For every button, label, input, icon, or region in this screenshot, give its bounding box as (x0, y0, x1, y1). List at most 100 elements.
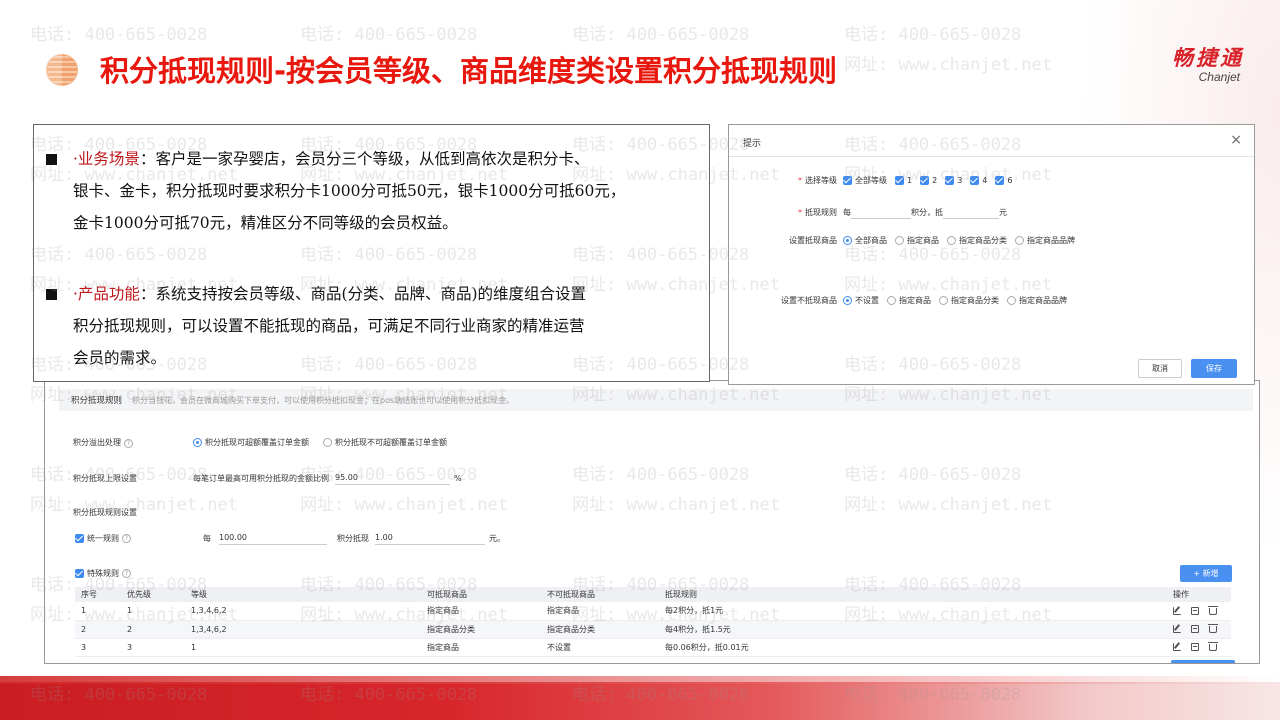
delete-icon[interactable] (1208, 605, 1218, 615)
rule-row: * 抵现规则 每 积分，抵 元 (729, 205, 1007, 219)
watermark-phone: 电话: 400-665-0028 (572, 25, 750, 45)
cell: 指定商品 (421, 638, 541, 657)
bullet-business-scenario: ·业务场景：客户是一家孕婴店，会员分三个等级，从低到高依次是积分卡、 银卡、金卡… (46, 143, 686, 239)
edit-icon[interactable] (1173, 606, 1181, 615)
level-row: * 选择等级 全部等级 1 2 3 4 6 (798, 175, 1013, 186)
description-box: ·业务场景：客户是一家孕婴店，会员分三个等级，从低到高依次是积分卡、 银卡、金卡… (33, 124, 710, 382)
checkbox-checked-icon[interactable] (75, 569, 84, 578)
edit-icon[interactable] (1173, 625, 1181, 633)
row-actions (1167, 638, 1231, 657)
radio-icon (887, 296, 896, 305)
edit-icon[interactable] (1173, 643, 1181, 651)
checkbox-checked-icon (945, 176, 955, 185)
settings-description: 积分当钱花，会员在微商城购买下单支付，可以使用积分抵扣现金；在pos端结账也可以… (132, 395, 515, 405)
points-input[interactable] (851, 205, 911, 219)
bullet-text: 积分抵现规则，可以设置不能抵现的商品，可满足不同行业商家的精准运营 (73, 317, 585, 335)
limit-input[interactable]: 95.00 (335, 471, 450, 485)
level-checkbox-4[interactable]: 4 (970, 175, 987, 186)
help-icon[interactable]: ? (122, 533, 131, 543)
row-actions (1167, 602, 1231, 621)
overflow-radio-deny[interactable]: 积分抵现不可超额覆盖订单金额 (323, 437, 447, 448)
level-checkbox-1[interactable]: 1 (895, 175, 912, 186)
unified-points-input[interactable]: 100.00 (219, 531, 327, 545)
special-rules-table: 序号 优先级 等级 可抵现商品 不可抵现商品 抵现规则 操作 1 1 1,3,4… (75, 587, 1231, 657)
delete-icon[interactable] (1208, 642, 1218, 651)
table-row: 2 2 1,3,4,6,2 指定商品分类 指定商品分类 每4积分，抵1.5元 (75, 620, 1231, 639)
brand-name-cn: 畅捷通 (1172, 46, 1244, 70)
goods-label: 设置抵现商品 (789, 236, 837, 245)
goods-radio-brand[interactable]: 指定商品品牌 (1015, 235, 1075, 246)
cell: 1 (185, 638, 421, 657)
overflow-radio-allow[interactable]: 积分抵现可超额覆盖订单金额 (193, 437, 309, 448)
unified-amount-input[interactable]: 1.00 (375, 531, 485, 545)
level-checkbox-6[interactable]: 6 (995, 175, 1012, 186)
col-header: 优先级 (121, 587, 185, 602)
divider (729, 156, 1254, 157)
limit-label: 积分抵现上限设置 (73, 473, 137, 483)
brand-logo: 畅捷通 Chanjet (1172, 42, 1244, 84)
exclude-radio-category[interactable]: 指定商品分类 (939, 295, 999, 306)
bottom-decoration (0, 676, 1280, 720)
cell: 1 (75, 602, 121, 621)
goods-radio-all[interactable]: 全部商品 (843, 235, 887, 246)
cell: 每2积分，抵1元 (659, 602, 1167, 621)
cancel-button[interactable]: 取消 (1138, 359, 1182, 378)
goods-radio-specific[interactable]: 指定商品 (895, 235, 939, 246)
level-checkbox-3[interactable]: 3 (945, 175, 962, 186)
save-button[interactable]: 保存 (1191, 359, 1237, 378)
copy-icon[interactable] (1191, 643, 1199, 651)
overflow-label: 积分溢出处理 (73, 438, 121, 447)
add-rule-button[interactable]: + 新增 (1180, 565, 1232, 582)
level-checkbox-2[interactable]: 2 (920, 175, 937, 186)
cell: 指定商品 (421, 602, 541, 621)
watermark-phone: 电话: 400-665-0028 (30, 25, 208, 45)
checkbox-checked-icon[interactable] (75, 533, 84, 543)
level-checkbox-all[interactable]: 全部等级 (843, 175, 887, 186)
cell: 3 (75, 638, 121, 657)
exclude-row: 设置不抵现商品 不设置 指定商品 指定商品分类 指定商品品牌 (729, 295, 1075, 306)
limit-row: 积分抵现上限设置 每笔订单最高可用积分抵现的金额比例 95.00 % (73, 471, 462, 485)
radio-selected-icon (193, 438, 202, 447)
watermark-phone: 电话: 400-665-0028 (300, 25, 478, 45)
goods-row: 设置抵现商品 全部商品 指定商品 指定商品分类 指定商品品牌 (729, 235, 1083, 246)
col-header: 抵现规则 (659, 587, 1167, 602)
bullet-square-icon (46, 289, 57, 300)
checkbox-checked-icon (995, 176, 1005, 185)
rule-dialog: 提示 × * 选择等级 全部等级 1 2 3 4 6 * 抵现规则 每 积分，抵 元… (728, 124, 1255, 385)
unified-prefix: 每 (203, 533, 211, 543)
help-icon[interactable]: ? (124, 439, 133, 448)
cell: 指定商品分类 (421, 620, 541, 639)
delete-icon[interactable] (1208, 624, 1218, 633)
settings-title: 积分抵现规则 (71, 396, 123, 406)
exclude-radio-specific[interactable]: 指定商品 (887, 295, 931, 306)
scroll-indicator (1171, 660, 1235, 663)
bullet-product-function: ·产品功能：系统支持按会员等级、商品(分类、品牌、商品)的维度组合设置 积分抵现… (46, 278, 686, 374)
amount-input[interactable] (943, 205, 999, 219)
rule-section-label: 积分抵现规则设置 (73, 508, 137, 517)
goods-radio-category[interactable]: 指定商品分类 (947, 235, 1007, 246)
radio-icon (939, 296, 948, 305)
radio-selected-icon (843, 296, 852, 305)
cell: 不设置 (541, 638, 659, 657)
bullet-text: ：系统支持按会员等级、商品(分类、品牌、商品)的维度组合设置 (139, 285, 587, 303)
copy-icon[interactable] (1191, 606, 1199, 615)
copy-icon[interactable] (1191, 625, 1199, 633)
unified-mid: 积分抵现 (337, 533, 369, 543)
exclude-radio-brand[interactable]: 指定商品品牌 (1007, 295, 1067, 306)
settings-panel: 积分抵现规则 积分当钱花，会员在微商城购买下单支付，可以使用积分抵扣现金；在po… (44, 380, 1260, 664)
close-icon[interactable]: × (1230, 132, 1242, 148)
help-icon[interactable]: ? (122, 569, 131, 578)
settings-header: 积分抵现规则 积分当钱花，会员在微商城购买下单支付，可以使用积分抵扣现金；在po… (59, 389, 1253, 411)
rule-mid: 积分，抵 (911, 207, 943, 217)
radio-icon (323, 438, 332, 447)
rule-label: 抵现规则 (805, 207, 837, 217)
col-header: 等级 (185, 587, 421, 602)
cell: 每0.06积分，抵0.01元 (659, 638, 1167, 657)
checkbox-checked-icon (920, 176, 930, 185)
cell: 每4积分，抵1.5元 (659, 620, 1167, 639)
bullet-text: 金卡1000分可抵70元，精准区分不同等级的会员权益。 (73, 214, 458, 232)
radio-icon (1007, 296, 1016, 305)
exclude-radio-none[interactable]: 不设置 (843, 295, 879, 306)
special-label: 特殊规则 (87, 569, 119, 578)
limit-unit: % (454, 473, 462, 483)
